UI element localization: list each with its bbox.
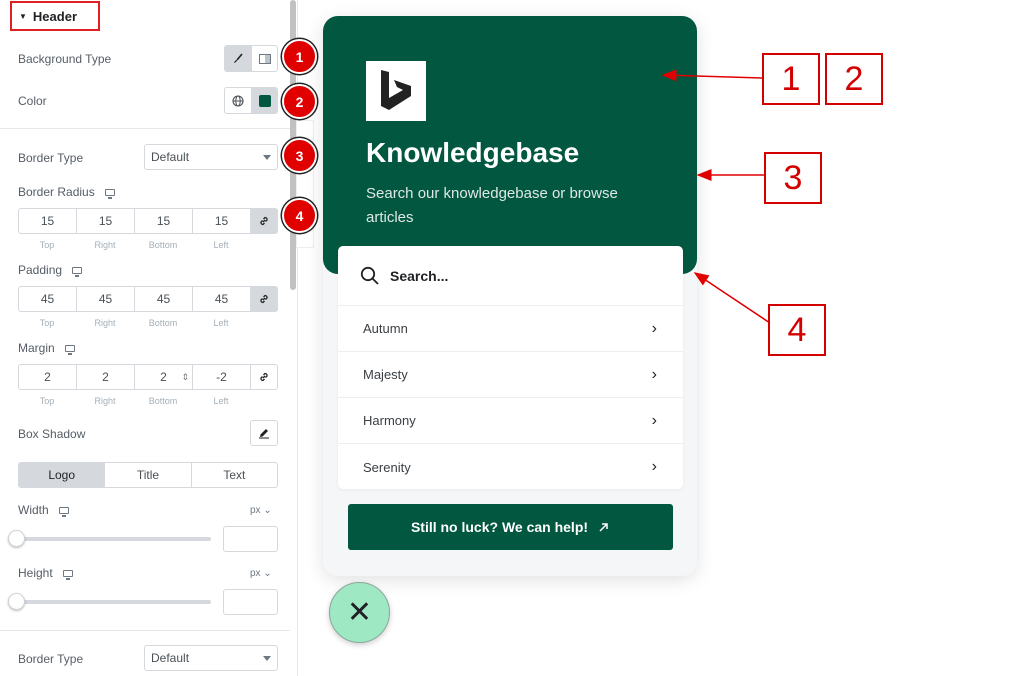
callout-arrow-4: [693, 272, 771, 324]
callout-arrow-1: [661, 69, 763, 82]
callout-arrows: [661, 69, 771, 324]
